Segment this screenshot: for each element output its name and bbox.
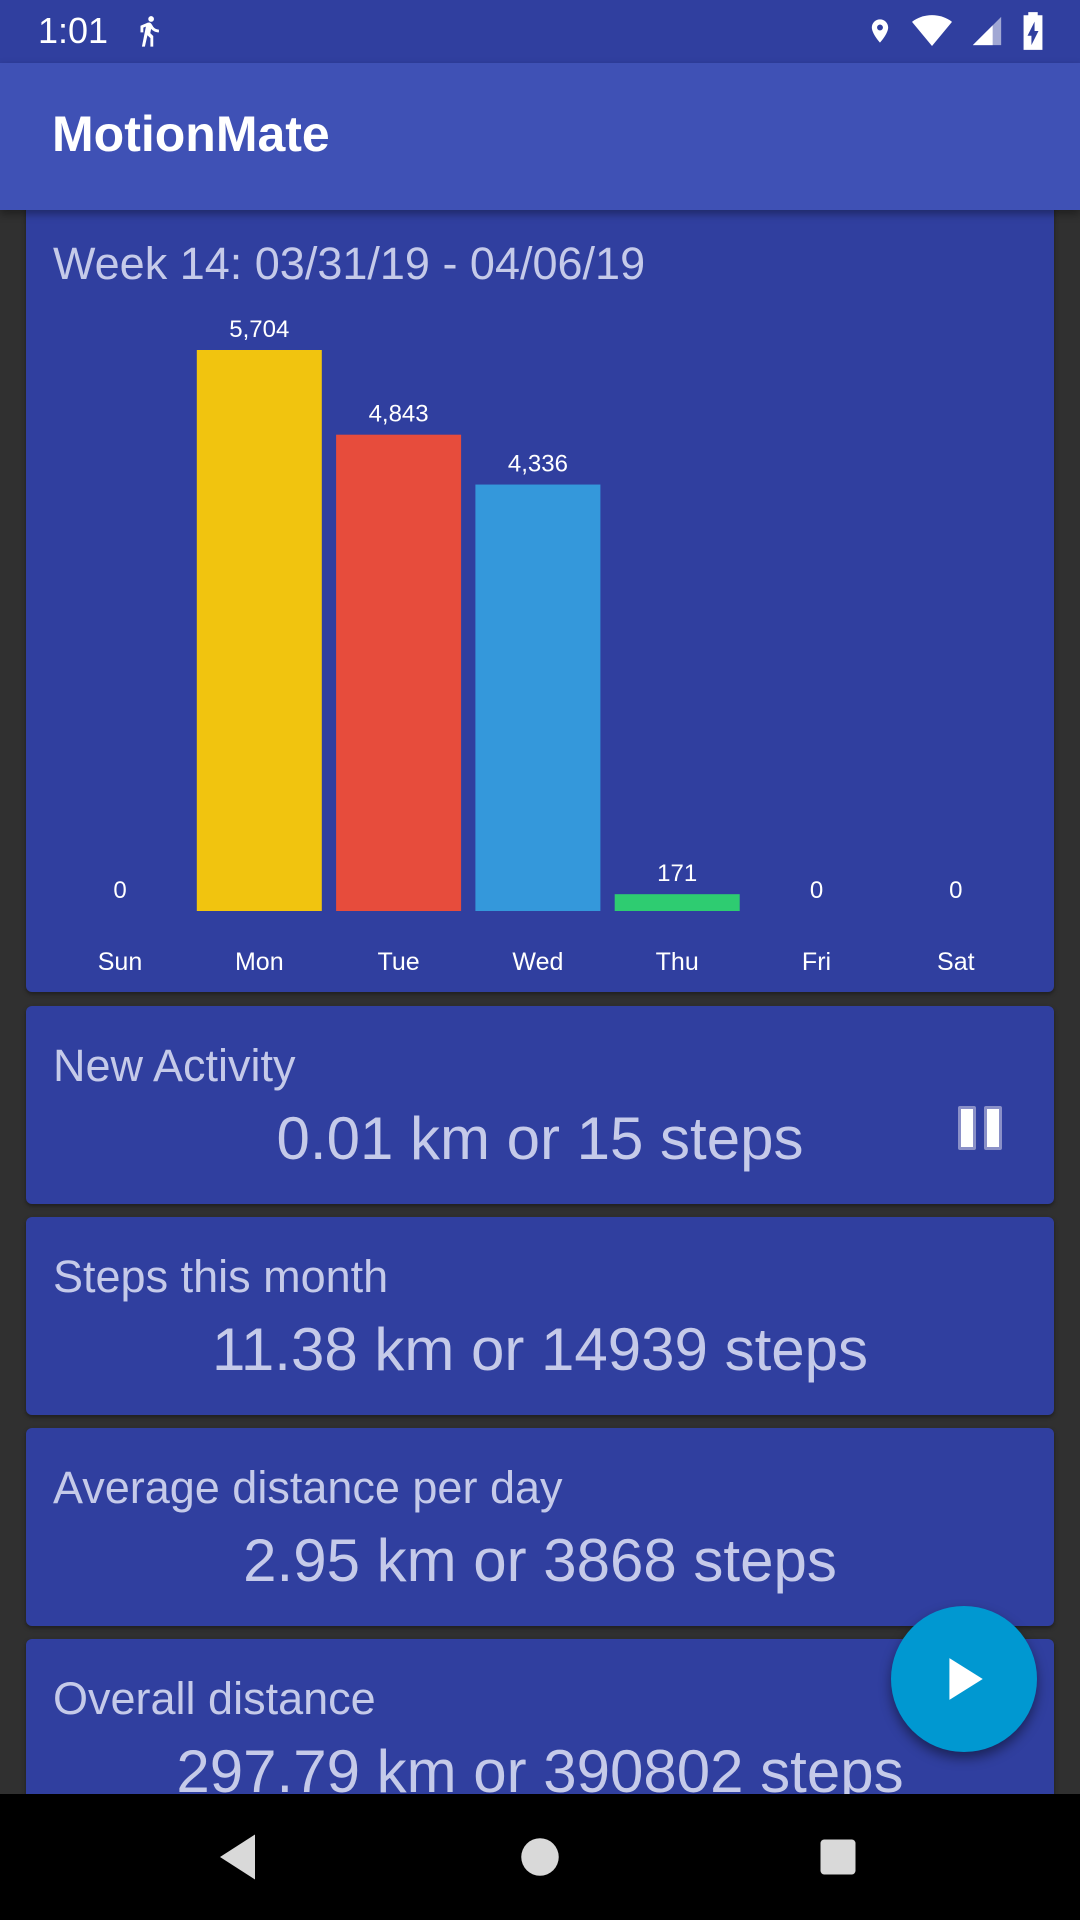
day-label-thu: Thu: [656, 948, 699, 976]
value-label-tue: 4,843: [369, 401, 429, 428]
weekly-steps-chart: 0 Sun 5,704 Mon 4,843 Tue 4,336 Wed 171 Thu 0 Fri 0 S…: [98, 316, 975, 976]
bar-mon: [196, 350, 322, 911]
recents-square-icon: [820, 1839, 856, 1875]
new-activity-card: New Activity 0.01 km or 15 steps: [26, 1006, 1054, 1204]
value-label-mon: 5,704: [229, 316, 289, 343]
day-label-wed: Wed: [512, 948, 563, 976]
day-label-sat: Sat: [937, 948, 975, 976]
average-distance-title: Average distance per day: [53, 1462, 563, 1513]
day-label-mon: Mon: [235, 948, 284, 976]
recents-button[interactable]: [808, 1827, 868, 1887]
running-icon: [132, 12, 166, 55]
status-time: 1:01: [38, 10, 109, 51]
value-label-wed: 4,336: [508, 451, 568, 478]
status-bar: 1:01: [0, 0, 1080, 63]
location-icon: [866, 13, 894, 54]
value-label-thu: 171: [657, 860, 697, 887]
average-distance-card: Average distance per day 2.95 km or 3868…: [26, 1428, 1054, 1626]
value-label-sat: 0: [949, 877, 962, 904]
battery-charging-icon: [1022, 12, 1044, 55]
signal-icon: [970, 14, 1004, 53]
overall-distance-title: Overall distance: [53, 1673, 376, 1724]
new-activity-value: 0.01 km or 15 steps: [276, 1105, 804, 1172]
day-label-fri: Fri: [802, 948, 831, 976]
home-button[interactable]: [510, 1827, 570, 1887]
status-icons: [866, 12, 1044, 55]
bar-wed: [475, 484, 601, 911]
wifi-icon: [912, 14, 952, 53]
weekly-chart-card: Week 14: 03/31/19 - 04/06/19 0 Sun 5,704 Mo…: [26, 190, 1054, 992]
home-circle-icon: [521, 1838, 559, 1876]
bar-thu: [614, 894, 740, 911]
day-label-tue: Tue: [378, 948, 420, 976]
app-title: MotionMate: [52, 106, 330, 162]
navigation-bar: [0, 1794, 1080, 1920]
month-steps-card: Steps this month 11.38 km or 14939 steps: [26, 1217, 1054, 1415]
bar-tue: [336, 434, 462, 911]
month-steps-value: 11.38 km or 14939 steps: [212, 1316, 868, 1383]
value-label-fri: 0: [810, 877, 823, 904]
month-steps-title: Steps this month: [53, 1251, 389, 1302]
start-activity-fab[interactable]: [891, 1606, 1037, 1752]
play-icon: [949, 1658, 983, 1700]
day-label-sun: Sun: [98, 948, 142, 976]
value-label-sun: 0: [113, 877, 126, 904]
app-bar: MotionMate: [0, 63, 1080, 210]
new-activity-title: New Activity: [53, 1040, 296, 1091]
pause-button[interactable]: [958, 1106, 1012, 1156]
back-triangle-icon: [220, 1834, 255, 1880]
back-button[interactable]: [210, 1827, 270, 1887]
average-distance-value: 2.95 km or 3868 steps: [243, 1527, 837, 1594]
